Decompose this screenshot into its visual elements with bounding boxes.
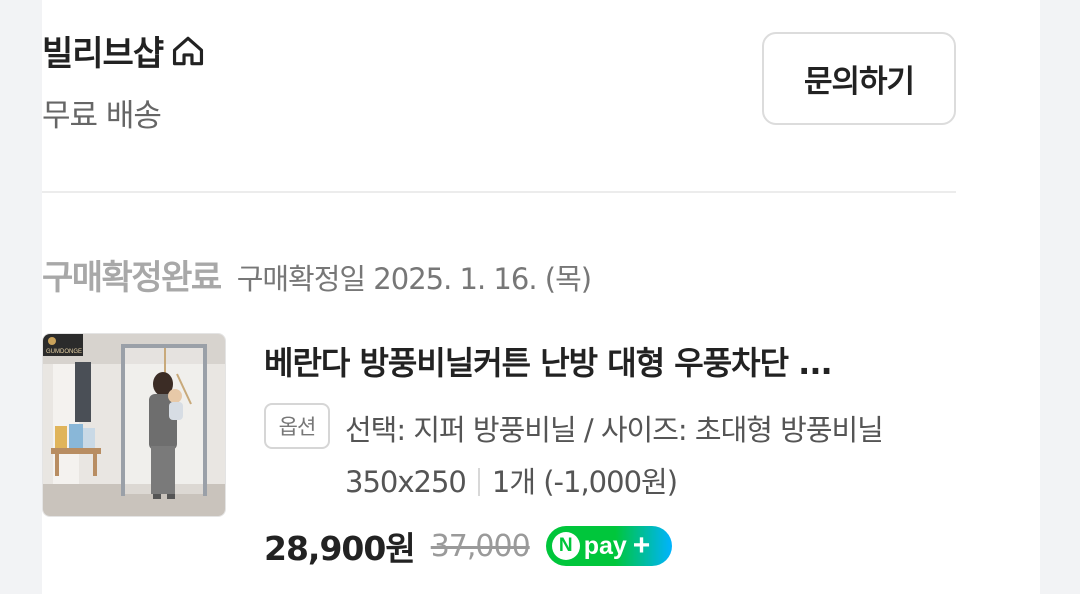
home-icon <box>173 36 204 65</box>
quantity: 1개 (-1,000원) <box>491 465 678 499</box>
order-status: 구매확정완료 <box>42 258 222 298</box>
inquiry-button[interactable]: 문의하기 <box>762 32 956 125</box>
confirm-date: 구매확정일 2025. 1. 16. (목) <box>236 262 592 296</box>
product-thumbnail[interactable]: GUMDONGE <box>42 333 226 517</box>
option-badge: 옵션 <box>264 403 330 449</box>
option-separator <box>477 468 480 496</box>
option-details: 선택: 지퍼 방풍비닐 / 사이즈: 초대형 방풍비닐 350x250 1개 (-… <box>345 404 957 508</box>
store-name-link[interactable]: 빌리브샵 <box>42 26 207 75</box>
product-image: GUMDONGE <box>43 334 225 516</box>
order-status-row: 구매확정완료 구매확정일 2025. 1. 16. (목) <box>42 250 592 299</box>
npay-label: pay <box>583 531 627 560</box>
divider <box>42 191 956 193</box>
npay-n-icon: N <box>551 532 580 560</box>
npay-plus-badge: N pay + <box>545 526 672 566</box>
shipping-info: 무료 배송 <box>42 98 162 134</box>
original-price: 37,000 <box>430 528 531 564</box>
store-header: 빌리브샵 무료 배송 문의하기 <box>42 22 956 134</box>
store-name: 빌리브샵 <box>42 34 164 74</box>
plus-icon: + <box>632 529 651 562</box>
brand-logo: GUMDONGE <box>46 349 82 355</box>
price: 28,900원 <box>264 529 416 568</box>
product-title[interactable]: 베란다 방풍비닐커튼 난방 대형 우풍차단 ... <box>264 338 956 384</box>
price-row: 28,900원 37,000 N pay + <box>264 522 672 570</box>
